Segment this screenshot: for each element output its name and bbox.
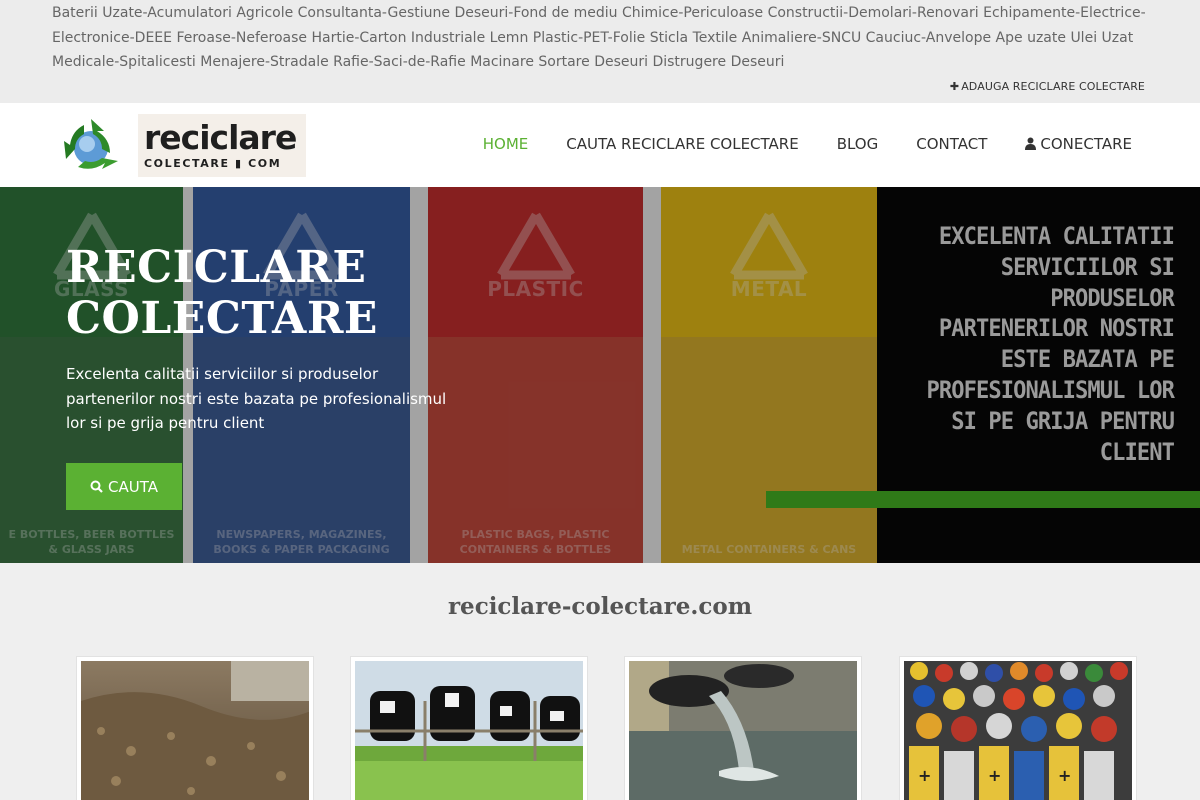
add-listing-link[interactable]: ✚ ADAUGA RECICLARE COLECTARE [950,80,1145,93]
category-link[interactable]: Cauciuc-Anvelope [861,30,991,46]
category-link[interactable]: Hartie-Carton [307,30,407,46]
main-nav: HOME CAUTA RECICLARE COLECTARE BLOG CONT… [445,135,1132,153]
svg-text:+: + [1058,766,1071,785]
category-link[interactable]: Baterii Uzate-Acumulatori [52,5,232,21]
svg-text:+: + [988,766,1001,785]
site-header: reciclare COLECTARE ▮ COM HOME CAUTA REC… [0,103,1200,187]
category-link[interactable]: Medicale-Spitalicesti [52,54,196,70]
category-link[interactable]: Menajere-Stradale [196,54,328,70]
category-card-ape-uzate[interactable] [624,656,862,800]
nav-home[interactable]: HOME [483,135,529,153]
nav-contact[interactable]: CONTACT [916,135,987,153]
category-link[interactable]: Consultanta-Gestiune Deseuri-Fond de med… [293,5,618,21]
category-link[interactable]: Ulei Uzat [1066,30,1133,46]
hero-description: Excelenta calitatii serviciilor si produ… [66,365,447,432]
nav-search[interactable]: CAUTA RECICLARE COLECTARE [566,135,798,153]
category-link[interactable]: Feroase-Neferoase [172,30,307,46]
category-link[interactable]: Animaliere-SNCU [737,30,861,46]
category-card-animaliere[interactable] [350,656,588,800]
category-link[interactable]: Macinare [466,54,534,70]
category-link[interactable]: Lemn [485,30,529,46]
hero-image-text: EXCELENTA CALITATII SERVICIILOR SI PRODU… [926,222,1175,466]
batteries-image: + + + [904,661,1132,800]
add-listing-label: ADAUGA RECICLARE COLECTARE [961,80,1145,93]
category-links: Baterii Uzate-Acumulatori Agricole Consult… [52,1,1152,75]
category-link[interactable]: Plastic-PET-Folie [528,30,645,46]
category-link[interactable]: Industriale [406,30,485,46]
nav-blog[interactable]: BLOG [837,135,879,153]
category-link[interactable]: Textile [688,30,738,46]
nav-login-label: CONECTARE [1040,135,1132,153]
category-card-agricole[interactable] [76,656,314,800]
plus-icon: ✚ [949,80,960,93]
recycle-globe-logo-icon[interactable] [60,117,122,179]
hero-title: RECICLARE COLECTARE [66,242,378,344]
cows-image [355,661,583,800]
hero-green-stripe [766,491,1200,508]
user-icon [1025,137,1037,150]
category-link[interactable]: Sortare Deseuri [534,54,648,70]
wastewater-image [629,661,857,800]
compost-image [81,661,309,800]
logo-subtitle: COLECTARE ▮ COM [144,157,282,170]
search-icon [90,480,103,493]
category-card-baterii[interactable]: + + + [899,656,1137,800]
category-link[interactable]: Chimice-Periculoase [618,5,763,21]
category-link[interactable]: Agricole [232,5,293,21]
svg-text:+: + [918,766,931,785]
category-bar: Baterii Uzate-Acumulatori Agricole Consult… [0,0,1200,103]
logo-wordmark: reciclare [144,118,297,157]
category-link[interactable]: Ape uzate [991,30,1066,46]
category-link[interactable]: Distrugere Deseuri [648,54,784,70]
category-link[interactable]: Rafie-Saci-de-Rafie [329,54,466,70]
category-link[interactable]: Sticla [645,30,688,46]
category-link[interactable]: Constructii-Demolari-Renovari [763,5,979,21]
site-logo[interactable]: reciclare COLECTARE ▮ COM [138,114,306,177]
search-button-label: CAUTA [108,477,158,496]
site-title: reciclare-colectare.com [447,593,753,620]
search-button[interactable]: CAUTA [66,463,182,510]
hero-title-line1: RECICLARE [66,242,367,293]
nav-login[interactable]: CONECTARE [1025,135,1132,153]
hero-banner: GLASS E BOTTLES, BEER BOTTLES & GLASS JA… [0,187,1200,563]
hero-title-line2: COLECTARE [66,293,378,344]
